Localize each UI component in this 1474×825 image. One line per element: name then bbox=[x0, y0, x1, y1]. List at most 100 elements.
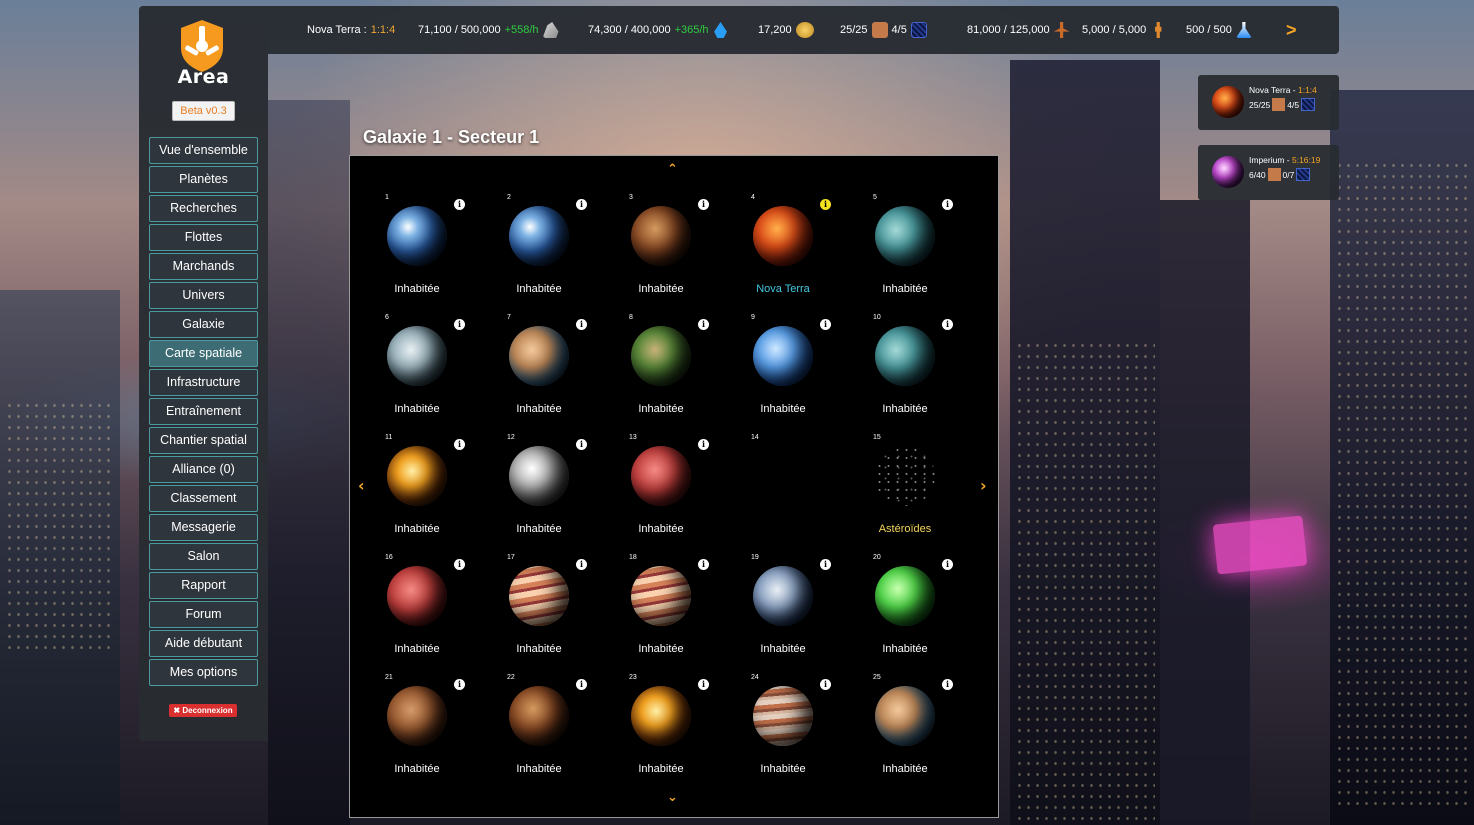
info-icon[interactable]: i bbox=[576, 679, 587, 690]
map-slot[interactable]: 3 i Inhabitée bbox=[594, 192, 716, 312]
planet-image[interactable] bbox=[631, 326, 691, 386]
sidebar-item-galaxie[interactable]: Galaxie bbox=[149, 311, 258, 338]
planet-image[interactable] bbox=[509, 446, 569, 506]
planet-image[interactable] bbox=[875, 206, 935, 266]
info-icon[interactable]: i bbox=[698, 319, 709, 330]
planet-image[interactable] bbox=[753, 206, 813, 266]
planet-label[interactable]: Nova Terra bbox=[716, 283, 850, 295]
info-icon[interactable]: i bbox=[698, 199, 709, 210]
info-icon[interactable]: i bbox=[454, 559, 465, 570]
planet-image[interactable] bbox=[387, 686, 447, 746]
sidebar-item-alliance-0[interactable]: Alliance (0) bbox=[149, 456, 258, 483]
logout-button[interactable]: ✖ Deconnexion bbox=[169, 704, 237, 717]
map-slot[interactable]: 15 Astéroïdes bbox=[838, 432, 960, 552]
planet-label[interactable]: Inhabitée bbox=[350, 643, 484, 655]
map-right-arrow-icon[interactable]: › bbox=[980, 476, 987, 495]
planet-label[interactable]: Inhabitée bbox=[472, 643, 606, 655]
map-up-arrow-icon[interactable]: ⌃ bbox=[667, 162, 678, 177]
planet-label[interactable]: Inhabitée bbox=[350, 403, 484, 415]
sidebar-item-infrastructure[interactable]: Infrastructure bbox=[149, 369, 258, 396]
asteroid-field[interactable] bbox=[875, 446, 935, 506]
map-slot[interactable]: 12 i Inhabitée bbox=[472, 432, 594, 552]
info-icon[interactable]: i bbox=[576, 199, 587, 210]
sidebar-item-recherches[interactable]: Recherches bbox=[149, 195, 258, 222]
sidebar-item-salon[interactable]: Salon bbox=[149, 543, 258, 570]
sidebar-item-chantier-spatial[interactable]: Chantier spatial bbox=[149, 427, 258, 454]
info-icon[interactable]: i bbox=[698, 679, 709, 690]
map-slot[interactable]: 13 i Inhabitée bbox=[594, 432, 716, 552]
info-icon[interactable]: i bbox=[820, 319, 831, 330]
info-icon[interactable]: i bbox=[454, 679, 465, 690]
info-icon[interactable]: i bbox=[576, 319, 587, 330]
planet-label[interactable]: Inhabitée bbox=[716, 403, 850, 415]
planet-label[interactable]: Inhabitée bbox=[594, 763, 728, 775]
planet-label[interactable]: Inhabitée bbox=[838, 643, 972, 655]
info-icon[interactable]: i bbox=[942, 319, 953, 330]
info-icon[interactable]: i bbox=[454, 319, 465, 330]
map-down-arrow-icon[interactable]: ⌄ bbox=[667, 790, 678, 805]
sidebar-item-univers[interactable]: Univers bbox=[149, 282, 258, 309]
planet-label[interactable]: Astéroïdes bbox=[838, 523, 972, 535]
sidebar-item-flottes[interactable]: Flottes bbox=[149, 224, 258, 251]
map-slot[interactable]: 16 i Inhabitée bbox=[350, 552, 472, 672]
sidebar-item-entraînement[interactable]: Entraînement bbox=[149, 398, 258, 425]
info-icon[interactable]: i bbox=[942, 679, 953, 690]
planet-label[interactable]: Inhabitée bbox=[472, 523, 606, 535]
map-slot[interactable]: 25 i Inhabitée bbox=[838, 672, 960, 792]
planet-label[interactable]: Inhabitée bbox=[594, 643, 728, 655]
info-icon[interactable]: i bbox=[820, 679, 831, 690]
sidebar-item-rapport[interactable]: Rapport bbox=[149, 572, 258, 599]
info-icon[interactable]: i bbox=[698, 439, 709, 450]
map-slot[interactable]: 9 i Inhabitée bbox=[716, 312, 838, 432]
planet-label[interactable]: Inhabitée bbox=[594, 523, 728, 535]
planet-image[interactable] bbox=[387, 566, 447, 626]
map-slot[interactable]: 22 i Inhabitée bbox=[472, 672, 594, 792]
map-slot[interactable]: 24 i Inhabitée bbox=[716, 672, 838, 792]
map-slot[interactable]: 7 i Inhabitée bbox=[472, 312, 594, 432]
map-slot[interactable]: 19 i Inhabitée bbox=[716, 552, 838, 672]
planet-image[interactable] bbox=[631, 686, 691, 746]
map-slot[interactable]: 1 i Inhabitée bbox=[350, 192, 472, 312]
info-icon[interactable]: i bbox=[576, 559, 587, 570]
planet-image[interactable] bbox=[387, 326, 447, 386]
planet-image[interactable] bbox=[631, 566, 691, 626]
sidebar-item-marchands[interactable]: Marchands bbox=[149, 253, 258, 280]
planet-label[interactable]: Inhabitée bbox=[350, 523, 484, 535]
planet-label[interactable]: Inhabitée bbox=[838, 763, 972, 775]
map-slot[interactable]: 5 i Inhabitée bbox=[838, 192, 960, 312]
info-icon[interactable]: i bbox=[454, 439, 465, 450]
planet-label[interactable]: Inhabitée bbox=[594, 403, 728, 415]
planet-image[interactable] bbox=[387, 446, 447, 506]
planet-label[interactable]: Inhabitée bbox=[716, 763, 850, 775]
planet-image[interactable] bbox=[631, 446, 691, 506]
planet-image[interactable] bbox=[875, 686, 935, 746]
sidebar-item-messagerie[interactable]: Messagerie bbox=[149, 514, 258, 541]
map-slot[interactable]: 20 i Inhabitée bbox=[838, 552, 960, 672]
map-slot[interactable]: 17 i Inhabitée bbox=[472, 552, 594, 672]
planet-image[interactable] bbox=[753, 566, 813, 626]
info-icon[interactable]: i bbox=[698, 559, 709, 570]
planet-image[interactable] bbox=[509, 326, 569, 386]
planet-image[interactable] bbox=[875, 326, 935, 386]
map-slot[interactable]: 8 i Inhabitée bbox=[594, 312, 716, 432]
sidebar-item-aide-débutant[interactable]: Aide débutant bbox=[149, 630, 258, 657]
planet-card[interactable]: Nova Terra - 1:1:4 25/25 4/5 bbox=[1198, 75, 1339, 130]
planet-image[interactable] bbox=[509, 686, 569, 746]
planet-image[interactable] bbox=[875, 566, 935, 626]
current-planet-indicator[interactable]: Nova Terra : 1:1:4 bbox=[307, 6, 395, 54]
planet-image[interactable] bbox=[509, 206, 569, 266]
sidebar-item-carte-spatiale[interactable]: Carte spatiale bbox=[149, 340, 258, 367]
planet-label[interactable]: Inhabitée bbox=[472, 283, 606, 295]
planet-label[interactable]: Inhabitée bbox=[350, 763, 484, 775]
map-slot[interactable]: 11 i Inhabitée bbox=[350, 432, 472, 552]
planet-label[interactable]: Inhabitée bbox=[594, 283, 728, 295]
map-slot[interactable]: 4 i Nova Terra bbox=[716, 192, 838, 312]
sidebar-item-forum[interactable]: Forum bbox=[149, 601, 258, 628]
info-icon[interactable]: i bbox=[942, 199, 953, 210]
sidebar-item-planètes[interactable]: Planètes bbox=[149, 166, 258, 193]
planet-image[interactable] bbox=[387, 206, 447, 266]
map-slot[interactable]: 6 i Inhabitée bbox=[350, 312, 472, 432]
info-icon[interactable]: i bbox=[820, 199, 831, 210]
map-slot[interactable]: 10 i Inhabitée bbox=[838, 312, 960, 432]
info-icon[interactable]: i bbox=[454, 199, 465, 210]
